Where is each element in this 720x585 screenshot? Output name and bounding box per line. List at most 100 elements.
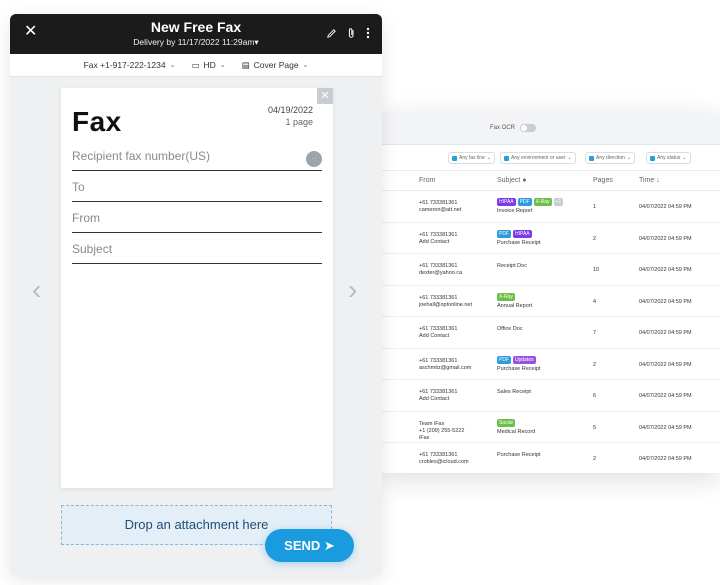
subject-field[interactable]: Subject xyxy=(72,242,322,264)
row-subject: Purchase Receipt xyxy=(497,452,540,458)
subject-text: Sales Receipt xyxy=(497,389,531,395)
row-time: 04/07/2022 04:59 PM xyxy=(639,204,692,210)
col-subject-label: Subject xyxy=(497,177,521,184)
row-subject: HIPAA PDF X-Ray +1 Invoice Report xyxy=(497,198,564,214)
table-row[interactable]: +61 733381361 Add Contact Office Doc 7 04/07… xyxy=(378,317,720,349)
chevron-down-icon: ▾ xyxy=(254,37,259,47)
from-line-1: Team iFax xyxy=(419,420,445,427)
subject-text: Invoice Report xyxy=(497,208,533,214)
send-arrow-icon: ➤ xyxy=(323,538,335,553)
row-subject: X-Ray Annual Report xyxy=(497,292,532,309)
tag-list: Social xyxy=(497,418,535,427)
direction-icon xyxy=(589,155,594,161)
environment-icon xyxy=(504,155,509,161)
row-time: 04/07/2022 04:59 PM xyxy=(639,456,692,462)
row-from: Team iFax +1 (209) 255-5222 iFax xyxy=(419,421,464,442)
table-row[interactable]: +61 733381361 Add Contact PDF HIPAA Purchase… xyxy=(378,223,720,254)
filter-label: Any environment or user xyxy=(511,155,566,161)
from-placeholder: From xyxy=(72,211,100,225)
row-pages: 10 xyxy=(593,267,600,273)
row-time: 04/07/2022 04:59 PM xyxy=(639,330,692,336)
row-subject: Receipt Doc xyxy=(497,263,527,269)
cover-page-select[interactable]: ▤ Cover Page ⌄ xyxy=(242,60,309,71)
sheet-heading: Fax xyxy=(72,106,122,137)
to-field[interactable]: To xyxy=(72,180,322,202)
from-line-1: +61 733381361 xyxy=(419,357,458,364)
col-time-label: Time xyxy=(639,177,655,184)
fax-compose-panel: ✕ New Free Fax Delivery by 11/17/2022 11… xyxy=(10,14,382,576)
from-line-2: Add Contact xyxy=(419,396,450,402)
table-row[interactable]: +61 733381361 crobles@icloud.com Purchase … xyxy=(378,443,720,473)
tag-badge: +1 xyxy=(553,198,564,206)
info-icon: ● xyxy=(522,177,527,184)
from-line-2: crobles@icloud.com xyxy=(419,459,469,465)
row-from: +61 733381361 Add Contact xyxy=(419,389,457,403)
tag-badge: Updates xyxy=(513,355,536,364)
filter-fax-line[interactable]: Any fax line ⌄ xyxy=(448,152,496,164)
recipient-placeholder: Recipient fax number(US) xyxy=(72,149,211,163)
cover-page-label: Cover Page xyxy=(253,60,299,70)
from-line-1: +61 733381361 xyxy=(419,200,458,206)
fax-line-icon xyxy=(452,155,457,161)
tag-list: PDF Updates xyxy=(497,355,540,364)
table-row[interactable]: Team iFax +1 (209) 255-5222 iFax Social Medi… xyxy=(378,412,720,443)
table-body: +61 733381361 cameron@att.net HIPAA PDF X-Ra… xyxy=(378,191,720,473)
paperclip-icon[interactable] xyxy=(347,27,356,39)
quality-label: HD xyxy=(203,60,216,70)
cover-page-icon: ▤ xyxy=(241,59,250,70)
more-vertical-icon[interactable] xyxy=(366,27,370,39)
recipient-fax-field[interactable]: Recipient fax number(US) ⋯ xyxy=(72,149,322,171)
chevron-down-icon: ⌄ xyxy=(302,62,309,69)
table-row[interactable]: +61 733381361 aschmitz@gmail.com PDF Update… xyxy=(378,349,720,380)
col-from[interactable]: From xyxy=(419,177,435,184)
table-header: From Subject ● Pages Time ↓ xyxy=(378,171,720,191)
fax-line-select[interactable]: Fax ‪+1-917-222-1234 ⌄ xyxy=(84,60,176,70)
row-time: 04/07/2022 04:59 PM xyxy=(639,235,692,242)
close-icon[interactable]: ✕ xyxy=(317,88,333,104)
filter-environment[interactable]: Any environment or user ⌄ xyxy=(500,152,576,164)
row-time: 04/07/2022 04:59 PM xyxy=(639,267,692,273)
history-topbar: Fax OCR xyxy=(378,113,720,145)
from-line-2: +1 (209) 255-5222 xyxy=(419,427,465,434)
fax-ocr-control[interactable]: Fax OCR xyxy=(490,124,537,132)
row-pages: 5 xyxy=(593,424,597,431)
row-time: 04/07/2022 04:59 PM xyxy=(639,393,692,399)
next-page-icon[interactable]: › xyxy=(348,276,357,304)
col-subject[interactable]: Subject ● xyxy=(497,177,527,184)
row-subject: PDF HIPAA Purchase Receipt xyxy=(497,229,540,246)
row-pages: 6 xyxy=(593,393,597,399)
table-row[interactable]: +61 733381361 dexter@yahoo.ca Receipt Doc 1… xyxy=(378,254,720,286)
row-time: 04/07/2022 04:59 PM xyxy=(639,298,692,305)
row-from: +61 733381361 joehall@optonline.net xyxy=(419,295,472,309)
hd-icon: ▭ xyxy=(191,59,200,70)
send-button[interactable]: SEND ➤ xyxy=(265,529,354,562)
sheet-date: 04/19/2022 xyxy=(267,105,313,115)
from-field[interactable]: From xyxy=(72,211,322,233)
quality-select[interactable]: ▭ HD ⌄ xyxy=(191,60,225,71)
from-line-2: joehall@optonline.net xyxy=(419,301,472,308)
row-pages: 4 xyxy=(593,298,597,305)
table-row[interactable]: +61 733381361 joehall@optonline.net X-Ray A… xyxy=(378,286,720,317)
send-label: SEND xyxy=(284,538,321,553)
fax-ocr-toggle[interactable] xyxy=(520,124,537,132)
prev-page-icon[interactable]: ‹ xyxy=(32,276,41,304)
row-from: +61 733381361 aschmitz@gmail.com xyxy=(419,358,471,372)
delivery-text: Delivery by 11/17/2022 11:29am xyxy=(133,37,255,47)
fax-ocr-label: Fax OCR xyxy=(490,125,516,131)
table-row[interactable]: +61 733381361 cameron@att.net HIPAA PDF X-Ra… xyxy=(378,191,720,223)
col-time[interactable]: Time ↓ xyxy=(639,177,660,184)
row-pages: 2 xyxy=(593,456,597,462)
col-pages[interactable]: Pages xyxy=(593,177,613,184)
contacts-icon[interactable]: ⋯ xyxy=(306,151,322,167)
filter-status[interactable]: Any status ⌄ xyxy=(646,152,691,164)
fax-history-window: Fax OCR Any fax line ⌄ Any environment o… xyxy=(378,113,720,473)
subject-text: Purchase Receipt xyxy=(497,365,541,372)
to-placeholder: To xyxy=(72,180,85,194)
table-row[interactable]: +61 733381361 Add Contact Sales Receipt 6 04… xyxy=(378,380,720,412)
header-actions xyxy=(326,27,370,39)
filter-direction[interactable]: Any direction ⌄ xyxy=(585,152,636,164)
subject-text: Office Doc xyxy=(497,326,523,332)
pencil-icon[interactable] xyxy=(326,28,337,39)
row-pages: 7 xyxy=(593,330,597,336)
row-subject: Office Doc xyxy=(497,326,523,332)
